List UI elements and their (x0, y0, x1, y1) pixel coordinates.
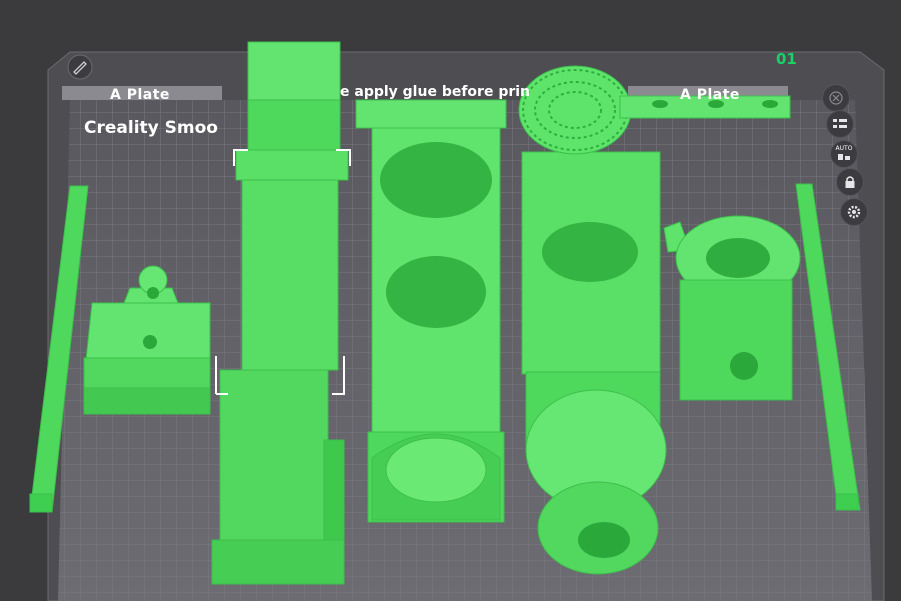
plate-index: 01 (776, 50, 797, 68)
plate-notice: e apply glue before prin (340, 84, 531, 100)
edit-plate-button[interactable] (67, 54, 93, 80)
lock-icon (845, 176, 855, 188)
object-list-button[interactable] (826, 110, 854, 138)
plate-tab-right-label[interactable]: A Plate (680, 87, 740, 103)
printer-name: Creality Smoo (84, 118, 218, 138)
list-icon (833, 119, 847, 128)
close-icon (829, 91, 843, 105)
plate-tab-left-label[interactable]: A Plate (110, 87, 170, 103)
gear-icon (847, 205, 861, 219)
lock-button[interactable] (836, 168, 864, 196)
plate-settings-button[interactable] (840, 198, 868, 226)
auto-arrange-icon (838, 154, 850, 160)
close-plate-button[interactable] (822, 84, 850, 112)
auto-arrange-button[interactable]: AUTO (830, 140, 858, 168)
